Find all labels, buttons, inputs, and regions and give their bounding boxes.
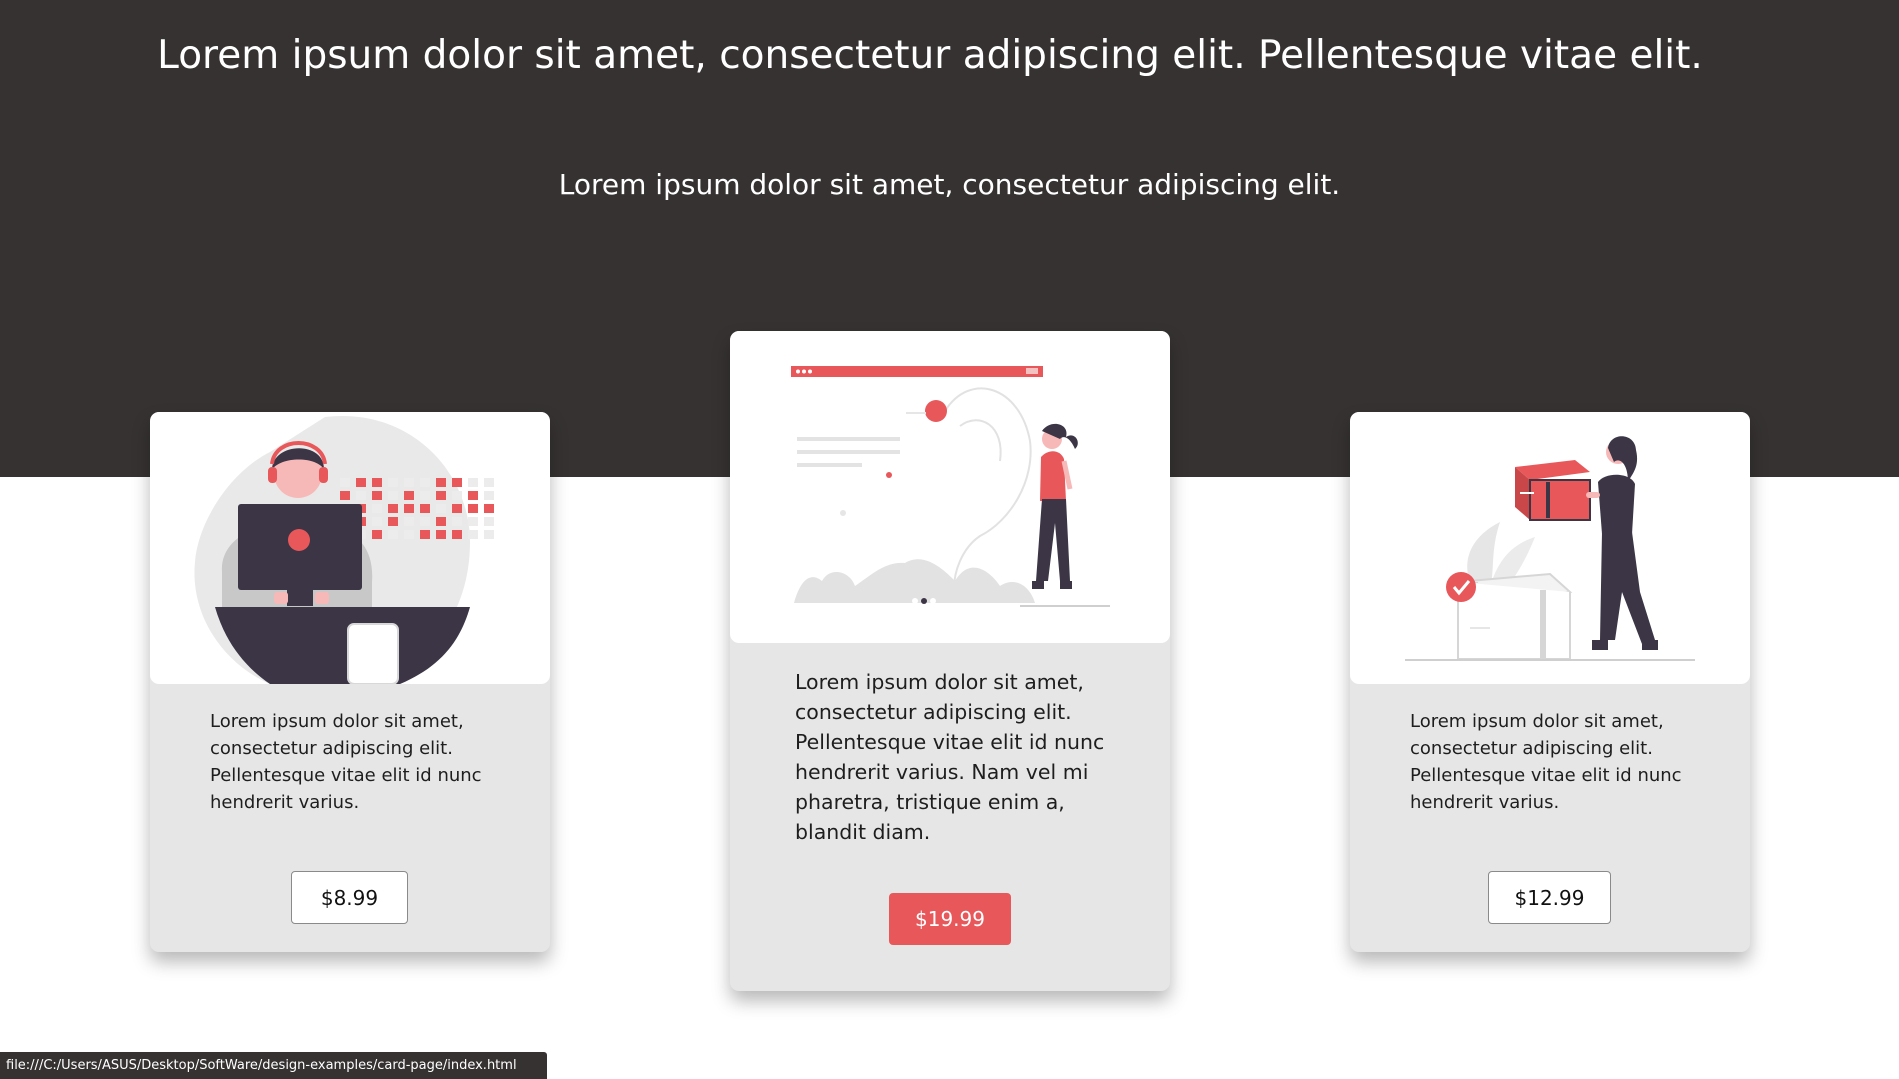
pricing-card-premium: Lorem ipsum dolor sit amet, consectetur … [1350, 412, 1750, 952]
woman-with-browser-window-illustration [730, 331, 1170, 643]
pricing-card-basic: Lorem ipsum dolor sit amet, consectetur … [150, 412, 550, 952]
card-description: Lorem ipsum dolor sit amet, consectetur … [1410, 711, 1682, 813]
person-at-computer-illustration [150, 412, 550, 684]
hero-subtitle: Lorem ipsum dolor sit amet, consectetur … [558, 168, 1341, 201]
card-description: Lorem ipsum dolor sit amet, consectetur … [795, 670, 1105, 844]
woman-carrying-package-illustration [1350, 412, 1750, 684]
price-button[interactable]: $12.99 [1488, 871, 1611, 924]
price-button-featured[interactable]: $19.99 [889, 893, 1011, 945]
card-description: Lorem ipsum dolor sit amet, consectetur … [210, 711, 482, 813]
hero-title: Lorem ipsum dolor sit amet, consectetur … [157, 33, 1703, 78]
price-button[interactable]: $8.99 [291, 871, 408, 924]
pricing-card-featured: Lorem ipsum dolor sit amet, consectetur … [730, 331, 1170, 991]
status-bar-url: file:///C:/Users/ASUS/Desktop/SoftWare/d… [0, 1052, 547, 1079]
